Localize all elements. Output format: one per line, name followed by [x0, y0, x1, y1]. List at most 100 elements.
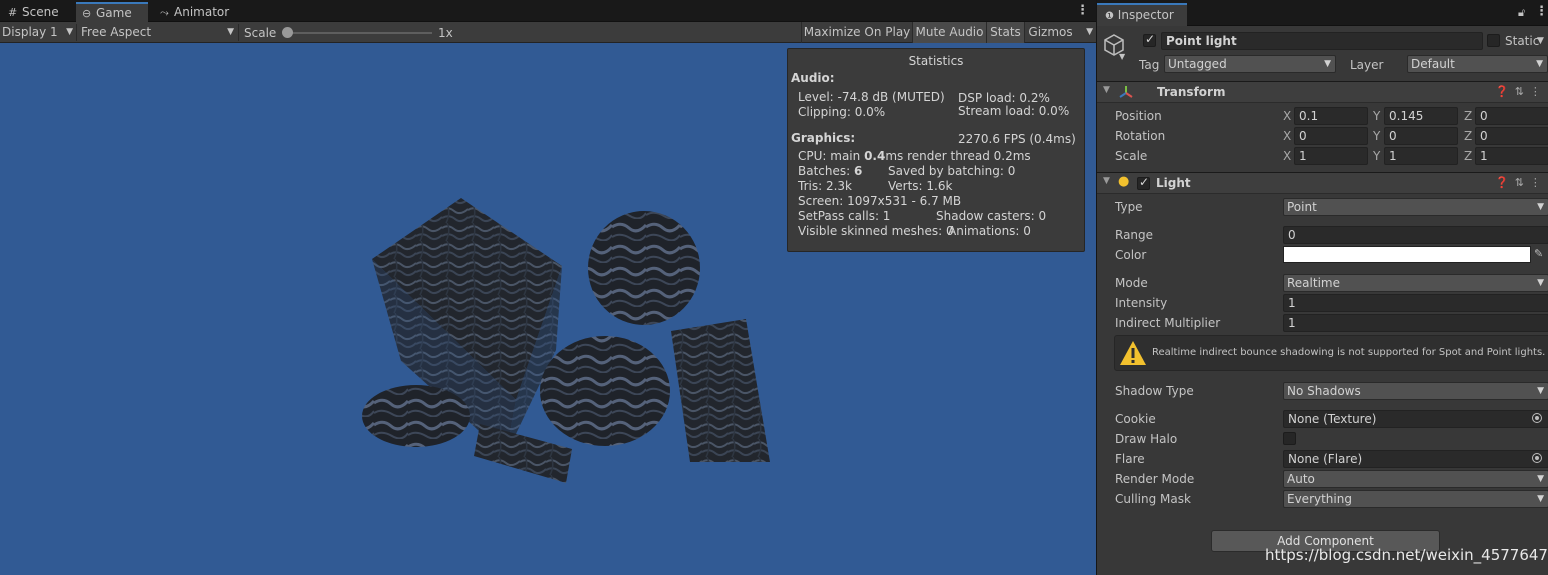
object-picker-icon[interactable]	[1532, 453, 1542, 463]
verts: Verts: 1.6k	[888, 179, 953, 193]
game-toolbar: Display 1 ▼ Free Aspect ▼ Scale 1x Maxim…	[0, 22, 1096, 43]
type-label: Type	[1115, 200, 1143, 214]
mode-dropdown[interactable]: Realtime ▼	[1283, 274, 1548, 292]
gizmos-button[interactable]: Gizmos	[1024, 22, 1076, 43]
setpass-calls: SetPass calls: 1	[798, 209, 891, 223]
statistics-panel: Statistics Audio: Level: -74.8 dB (MUTED…	[787, 48, 1085, 252]
animator-icon: ⤳	[160, 6, 169, 19]
render-mode-dropdown[interactable]: Auto ▼	[1283, 470, 1548, 488]
axis-y-label: Y	[1373, 149, 1381, 163]
cookie-field[interactable]: None (Texture)	[1283, 410, 1548, 428]
position-x-field[interactable]: 0.1	[1294, 107, 1368, 125]
scale-y-field[interactable]: 1	[1384, 147, 1458, 165]
tab-scene[interactable]: # Scene	[2, 2, 65, 22]
fold-arrow-icon[interactable]: ▼	[1103, 176, 1110, 186]
mute-audio-button[interactable]: Mute Audio	[912, 22, 986, 43]
chevron-down-icon: ▼	[1537, 494, 1544, 504]
cpu-prefix: CPU: main	[798, 149, 865, 163]
cpu-suffix: ms render thread 0.2ms	[885, 149, 1031, 163]
scale-slider-handle[interactable]	[282, 27, 293, 38]
lock-icon[interactable]: 🔓︎	[1518, 5, 1525, 21]
transform-icon	[1119, 86, 1133, 98]
culling-mask-value: Everything	[1287, 492, 1352, 506]
cpu-main-value: 0.4	[864, 149, 886, 163]
indirect-multiplier-field[interactable]: 1	[1283, 314, 1548, 332]
more-options-icon[interactable]: ⋮	[1535, 4, 1548, 19]
range-field[interactable]: 0	[1283, 226, 1548, 244]
active-checkbox[interactable]	[1143, 32, 1156, 47]
object-name-field[interactable]: Point light	[1161, 32, 1483, 50]
position-y-field[interactable]: 0.145	[1384, 107, 1458, 125]
render-mode-value: Auto	[1287, 472, 1315, 486]
tall-box	[671, 319, 770, 462]
component-help-settings-icons[interactable]: ❓⇅⋮	[1495, 176, 1547, 189]
info-icon: ❶	[1105, 11, 1114, 22]
eyedropper-icon[interactable]: ✎	[1534, 246, 1543, 262]
color-swatch[interactable]	[1283, 246, 1531, 263]
component-help-settings-icons[interactable]: ❓⇅⋮	[1495, 85, 1547, 98]
layer-dropdown[interactable]: Default ▼	[1407, 55, 1548, 73]
stream-load: Stream load: 0.0%	[958, 104, 1070, 118]
tab-game-label: Game	[96, 6, 132, 20]
tag-label: Tag	[1139, 58, 1160, 72]
tris: Tris: 2.3k	[798, 179, 852, 193]
transform-header[interactable]: ▼ Transform ❓⇅⋮	[1097, 81, 1548, 103]
divider	[238, 24, 239, 41]
shadow-type-label: Shadow Type	[1115, 384, 1194, 398]
color-label: Color	[1115, 248, 1147, 262]
rotation-y-field[interactable]: 0	[1384, 127, 1458, 145]
display-dropdown[interactable]: Display 1 ▼	[0, 23, 76, 42]
fold-arrow-icon[interactable]: ▼	[1103, 85, 1110, 95]
stats-button[interactable]: Stats	[986, 22, 1024, 43]
chevron-down-icon: ▼	[1537, 474, 1544, 484]
sphere-top	[588, 211, 700, 325]
light-enabled-checkbox[interactable]	[1137, 175, 1150, 190]
inspector-tabbar: ❶ Inspector 🔓︎ ⋮	[1097, 0, 1548, 26]
more-options-icon[interactable]: ⋮	[1076, 3, 1089, 18]
tab-inspector[interactable]: ❶ Inspector	[1097, 3, 1187, 26]
tab-game[interactable]: ⊖ Game	[76, 2, 148, 22]
small-box	[474, 424, 572, 483]
scale-slider-track[interactable]	[288, 32, 432, 34]
aspect-dropdown[interactable]: Free Aspect ▼	[79, 23, 237, 42]
gizmos-dropdown[interactable]: ▼	[1076, 23, 1096, 42]
flare-label: Flare	[1115, 452, 1145, 466]
static-checkbox[interactable]	[1487, 34, 1500, 47]
flare-field[interactable]: None (Flare)	[1283, 450, 1548, 468]
audio-level: Level: -74.8 dB (MUTED)	[798, 90, 945, 104]
light-header[interactable]: ▼ ● Light ❓⇅⋮	[1097, 172, 1548, 194]
position-z-field[interactable]: 0	[1475, 107, 1548, 125]
cpu-line: CPU: main 0.4ms render thread 0.2ms	[798, 149, 1031, 164]
tag-dropdown[interactable]: Untagged ▼	[1164, 55, 1336, 73]
gamepad-icon: ⊖	[82, 7, 92, 20]
static-label: Static	[1505, 34, 1540, 48]
fps-value: 2270.6 FPS (0.4ms)	[958, 132, 1076, 146]
axis-x-label: X	[1283, 109, 1292, 123]
scale-label: Scale	[244, 26, 277, 40]
intensity-field[interactable]: 1	[1283, 294, 1548, 312]
axis-y-label: Y	[1373, 109, 1381, 123]
chevron-down-icon[interactable]: ▼	[1537, 33, 1544, 49]
batches-line: Batches: 6	[798, 164, 862, 179]
scale-x-field[interactable]: 1	[1294, 147, 1368, 165]
object-picker-icon[interactable]	[1532, 413, 1542, 423]
draw-halo-checkbox[interactable]	[1283, 432, 1296, 445]
rotation-z-field[interactable]: 0	[1475, 127, 1548, 145]
flare-value: None (Flare)	[1288, 452, 1363, 466]
culling-mask-dropdown[interactable]: Everything ▼	[1283, 490, 1548, 508]
tab-animator[interactable]: ⤳ Animator	[154, 2, 235, 22]
rotation-x-field[interactable]: 0	[1294, 127, 1368, 145]
audio-heading: Audio:	[791, 71, 835, 85]
scale-z-field[interactable]: 1	[1475, 147, 1548, 165]
chevron-down-icon[interactable]: ▼	[1119, 49, 1125, 65]
axis-z-label: Z	[1464, 109, 1473, 123]
light-type-value: Point	[1287, 200, 1317, 214]
game-panel: # Scene ⊖ Game ⤳ Animator ⋮ Display 1 ▼ Fre…	[0, 0, 1096, 575]
maximize-on-play-button[interactable]: Maximize On Play	[801, 22, 912, 43]
layer-dropdown-value: Default	[1411, 57, 1455, 71]
shadow-type-dropdown[interactable]: No Shadows ▼	[1283, 382, 1548, 400]
inspector-panel: ❶ Inspector 🔓︎ ⋮ ▼ Point light Static ▼ …	[1096, 0, 1548, 575]
warning-icon	[1120, 341, 1146, 365]
light-type-dropdown[interactable]: Point ▼	[1283, 198, 1548, 216]
watermark-text: https://blog.csdn.net/weixin_45776473	[1265, 546, 1548, 564]
